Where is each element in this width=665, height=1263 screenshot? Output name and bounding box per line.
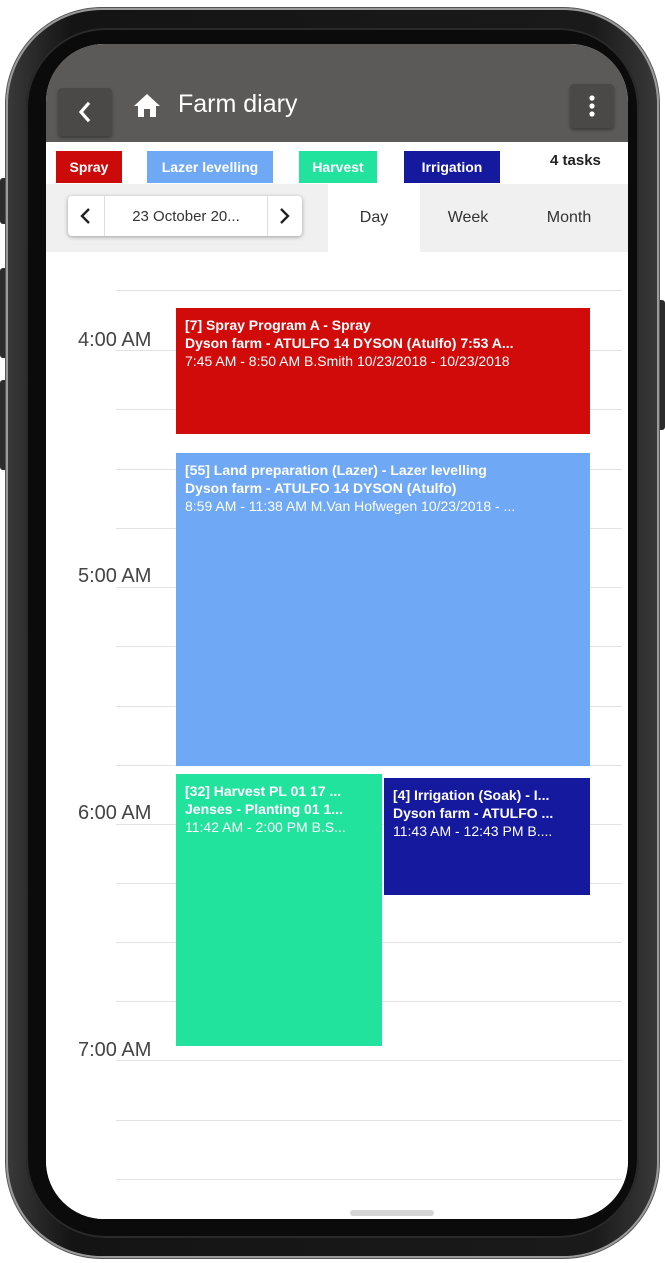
half-hour-line: [116, 1179, 622, 1180]
hour-line: [116, 1120, 622, 1121]
next-day-button[interactable]: [266, 196, 302, 236]
date-navigator: 23 October 20...: [68, 196, 302, 236]
previous-day-button[interactable]: [68, 196, 104, 236]
app-header: Farm diary: [46, 44, 628, 142]
event-details: 8:59 AM - 11:38 AM M.Van Hofwegen 10/23/…: [185, 498, 516, 514]
legend-harvest: Harvest: [299, 151, 377, 183]
half-hour-line: [116, 1060, 622, 1061]
time-label: 6:00 AM: [78, 802, 152, 824]
legend-label: Spray: [69, 159, 109, 175]
page-title: Farm diary: [178, 90, 298, 118]
tab-day[interactable]: Day: [328, 184, 420, 252]
hour-line: [116, 290, 622, 291]
tab-month[interactable]: Month: [516, 184, 622, 252]
legend-lazer-levelling: Lazer levelling: [147, 151, 273, 183]
current-date[interactable]: 23 October 20...: [104, 196, 268, 236]
time-label: 4:00 AM: [78, 329, 152, 351]
event-location: Dyson farm - ATULFO 14 DYSON (Atulfo): [185, 480, 457, 496]
legend-label: Lazer levelling: [161, 159, 259, 175]
event-details: 11:43 AM - 12:43 PM B....: [393, 823, 553, 839]
home-icon[interactable]: [132, 91, 162, 119]
back-button[interactable]: [58, 88, 112, 136]
event-details: 11:42 AM - 2:00 PM B.S...: [185, 819, 346, 835]
event-title: [7] Spray Program A - Spray: [185, 317, 371, 333]
event-harvest[interactable]: [32] Harvest PL 01 17 ... Jenses - Plant…: [176, 774, 382, 1046]
time-label: 5:00 AM: [78, 565, 152, 587]
overflow-menu-button[interactable]: [570, 84, 614, 128]
event-location: Dyson farm - ATULFO ...: [393, 805, 554, 821]
chevron-left-icon: [78, 101, 91, 123]
event-details: 7:45 AM - 8:50 AM B.Smith 10/23/2018 - 1…: [185, 353, 510, 369]
legend-irrigation: Irrigation: [404, 151, 500, 183]
calendar-toolbar: 23 October 20... Day Week Month: [46, 184, 628, 252]
event-lazer-levelling[interactable]: [55] Land preparation (Lazer) - Lazer le…: [176, 453, 590, 766]
day-view-grid[interactable]: 4:00 AM 5:00 AM 6:00 AM 7:00 AM [7] Spra…: [46, 252, 628, 1219]
legend-spray: Spray: [56, 151, 122, 183]
tab-week[interactable]: Week: [420, 184, 516, 252]
event-title: [55] Land preparation (Lazer) - Lazer le…: [185, 462, 487, 478]
task-count: 4 tasks: [550, 152, 601, 169]
chevron-right-icon: [280, 208, 290, 224]
time-label: 7:00 AM: [78, 1039, 152, 1061]
home-indicator: [350, 1210, 434, 1216]
event-title: [4] Irrigation (Soak) - I...: [393, 787, 550, 803]
event-irrigation[interactable]: [4] Irrigation (Soak) - I... Dyson farm …: [384, 778, 590, 895]
legend-label: Irrigation: [421, 159, 483, 175]
app-screen: Farm diary Spray Lazer levelling Harvest…: [46, 44, 628, 1219]
event-title: [32] Harvest PL 01 17 ...: [185, 783, 342, 799]
legend-label: Harvest: [312, 159, 364, 175]
chevron-left-icon: [80, 208, 90, 224]
more-vert-icon: [589, 95, 595, 117]
event-spray[interactable]: [7] Spray Program A - Spray Dyson farm -…: [176, 308, 590, 434]
event-location: Jenses - Planting 01 1...: [185, 801, 343, 817]
event-location: Dyson farm - ATULFO 14 DYSON (Atulfo) 7:…: [185, 335, 514, 351]
